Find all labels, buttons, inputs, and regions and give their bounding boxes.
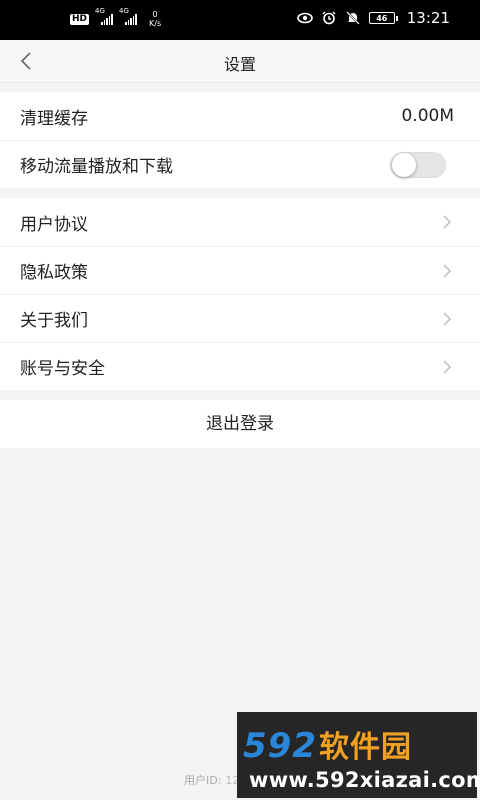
clear-cache-label: 清理缓存 xyxy=(20,108,88,129)
chevron-right-icon xyxy=(443,312,452,326)
cache-size-value: 0.00M xyxy=(401,106,454,126)
watermark-logo: 592软件园 www.592xiazai.com xyxy=(237,712,480,798)
battery-icon: 46 xyxy=(368,12,398,24)
clock: 13:21 xyxy=(406,9,450,27)
account-security-label: 账号与安全 xyxy=(20,359,105,379)
user-id: 用户ID: 12 xyxy=(184,772,239,788)
chevron-right-icon xyxy=(443,360,452,374)
watermark-brand: 软件园 xyxy=(318,730,412,765)
mobile-data-label: 移动流量播放和下载 xyxy=(20,157,173,177)
chevron-right-icon xyxy=(443,215,452,229)
signal-icon: 4G xyxy=(95,7,113,25)
alarm-icon xyxy=(321,11,337,25)
clear-cache-row[interactable]: 清理缓存 0.00M xyxy=(0,92,480,140)
about-us-row[interactable]: 关于我们 xyxy=(0,294,480,342)
app-header: 设置 xyxy=(0,40,480,83)
links-section: 用户协议 隐私政策 关于我们 账号与安全 xyxy=(0,198,480,390)
about-us-label: 关于我们 xyxy=(20,311,88,331)
privacy-policy-row[interactable]: 隐私政策 xyxy=(0,246,480,294)
user-id-label: 用户ID: xyxy=(184,774,222,787)
eye-icon xyxy=(296,11,313,25)
mobile-data-toggle[interactable] xyxy=(390,152,446,178)
user-agreement-row[interactable]: 用户协议 xyxy=(0,198,480,246)
watermark-url: www.592xiazai.com xyxy=(249,768,480,792)
privacy-policy-label: 隐私政策 xyxy=(20,263,88,283)
signal-icon: 4G xyxy=(119,7,137,25)
logout-button[interactable]: 退出登录 xyxy=(0,400,480,448)
cache-section: 清理缓存 0.00M 移动流量播放和下载 xyxy=(0,92,480,188)
hd-icon: HD xyxy=(70,13,90,25)
mute-bell-icon xyxy=(345,11,361,25)
watermark-number: 592 xyxy=(243,726,317,766)
page-title: 设置 xyxy=(223,55,256,74)
mobile-data-row: 移动流量播放和下载 xyxy=(0,140,480,188)
toggle-knob xyxy=(392,153,416,177)
chevron-right-icon xyxy=(443,264,452,278)
logout-section: 退出登录 xyxy=(0,400,480,448)
network-speed: 0 K/s xyxy=(149,10,162,28)
account-security-row[interactable]: 账号与安全 xyxy=(0,342,480,390)
user-agreement-label: 用户协议 xyxy=(20,214,88,235)
status-bar: HD 4G 4G 0 K/s 46 13:21 xyxy=(0,0,480,40)
